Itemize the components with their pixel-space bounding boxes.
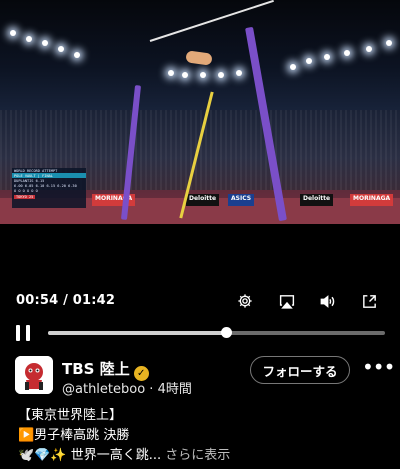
- scoreboard-mark: 6.15: [35, 178, 45, 183]
- bullet: ·: [145, 382, 158, 397]
- minimize-icon: [362, 294, 376, 308]
- current-time: 00:54: [16, 293, 59, 308]
- handle[interactable]: @athleteboo: [62, 382, 145, 397]
- pause-button[interactable]: [15, 323, 33, 343]
- mascot-logo: [15, 356, 53, 394]
- athlete: [185, 50, 213, 66]
- avatar[interactable]: [15, 356, 53, 394]
- scoreboard-location: TOKYO 25: [14, 194, 36, 199]
- post-text-line-last: 🕊️💎✨ 世界一高く跳... さらに表示: [18, 444, 230, 463]
- airplay-icon: [279, 294, 295, 309]
- post-text-line: 【東京世界陸上】: [18, 408, 123, 423]
- display-name[interactable]: TBS 陸上: [62, 360, 130, 378]
- ad-banner: Deloitte: [300, 194, 334, 206]
- post-time[interactable]: 4時間: [158, 382, 192, 397]
- settings-button[interactable]: [234, 290, 256, 312]
- progress-bar[interactable]: [48, 327, 385, 338]
- playback-time: 00:54 / 01:42: [16, 293, 115, 308]
- scoreboard-attempts: 6.00 6.05 6.10 6.15 6.20 6.30: [14, 184, 77, 189]
- minimize-button[interactable]: [358, 290, 380, 312]
- ad-banner: MORINAGA: [350, 194, 394, 206]
- duration: 01:42: [72, 293, 116, 308]
- ad-banner: Deloitte: [186, 194, 220, 206]
- follow-button[interactable]: フォローする: [250, 356, 350, 384]
- more-dots-icon[interactable]: •••: [362, 357, 395, 377]
- time-separator: /: [58, 293, 73, 308]
- scoreboard-athlete: DUPLANTIS: [14, 178, 34, 183]
- speaker-icon: [320, 294, 335, 308]
- post-text-line: ▶️男子棒高跳 決勝: [18, 428, 130, 443]
- gear-icon: [238, 294, 252, 308]
- volume-button[interactable]: [316, 290, 338, 312]
- ad-banner: ASICS: [228, 194, 255, 206]
- progress-fill: [48, 331, 226, 335]
- show-more-link[interactable]: さらに表示: [165, 448, 230, 463]
- handle-row: @athleteboo · 4時間: [62, 378, 192, 397]
- crossbar: [149, 0, 274, 42]
- scoreboard: WORLD RECORD ATTEMPT POLE VAULT | FINAL …: [12, 168, 86, 208]
- video-frame[interactable]: MORINAGA Deloitte ASICS Deloitte MORINAG…: [0, 0, 400, 224]
- progress-knob[interactable]: [220, 327, 232, 338]
- airplay-button[interactable]: [276, 290, 298, 312]
- post-text: 🕊️💎✨ 世界一高く跳...: [18, 448, 162, 463]
